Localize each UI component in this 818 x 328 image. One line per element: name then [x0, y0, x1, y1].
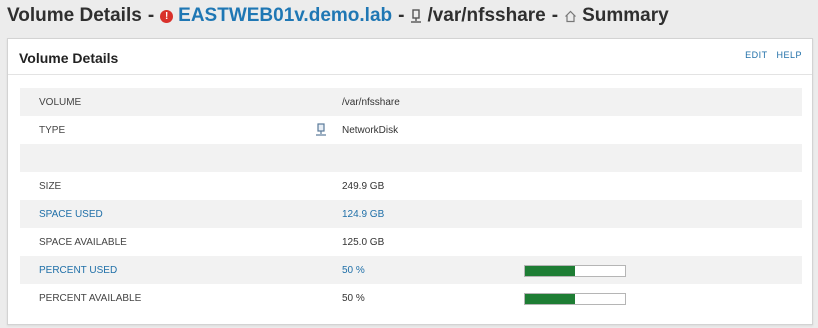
row-label: PERCENT AVAILABLE: [39, 293, 142, 304]
edit-link[interactable]: EDIT: [745, 50, 767, 60]
row-value: /var/nfsshare: [342, 97, 400, 108]
table-row-volume: VOLUME /var/nfsshare: [20, 88, 802, 116]
page-header: Volume Details - ! EASTWEB01v.demo.lab -…: [7, 3, 669, 29]
help-link[interactable]: HELP: [776, 50, 802, 60]
network-disk-icon: [410, 8, 422, 24]
details-table: VOLUME /var/nfsshare TYPE NetworkDisk SI…: [20, 88, 802, 312]
node-link[interactable]: EASTWEB01v.demo.lab: [178, 5, 392, 27]
row-value: NetworkDisk: [342, 125, 399, 136]
table-row-space-used[interactable]: SPACE USED 124.9 GB: [20, 200, 802, 228]
row-label: VOLUME: [39, 97, 82, 108]
alert-icon: !: [160, 9, 174, 23]
breadcrumb-separator: -: [551, 5, 559, 26]
panel-actions: EDIT HELP: [745, 50, 802, 60]
row-value[interactable]: 50 %: [342, 265, 365, 276]
percent-available-bar-fill: [525, 294, 575, 304]
home-icon: [564, 10, 577, 23]
table-row-percent-available: PERCENT AVAILABLE 50 %: [20, 284, 802, 312]
row-value: 50 %: [342, 293, 365, 304]
panel-title: Volume Details: [19, 50, 119, 66]
page-title: Volume Details: [7, 5, 142, 26]
row-label: SPACE AVAILABLE: [39, 237, 127, 248]
view-name: Summary: [582, 5, 669, 26]
table-row-type: TYPE NetworkDisk: [20, 116, 802, 144]
percent-used-bar: [524, 265, 626, 277]
table-row-empty: [20, 144, 802, 172]
breadcrumb-separator: -: [398, 5, 405, 26]
row-label: SIZE: [39, 181, 62, 192]
percent-available-bar: [524, 293, 626, 305]
volume-path: /var/nfsshare: [427, 5, 546, 26]
network-disk-icon: [314, 123, 328, 137]
table-row-space-available: SPACE AVAILABLE 125.0 GB: [20, 228, 802, 256]
panel-header: Volume Details EDIT HELP: [8, 39, 812, 75]
row-value: 249.9 GB: [342, 181, 385, 192]
breadcrumb-separator: -: [147, 5, 155, 26]
row-label: TYPE: [39, 125, 66, 136]
row-value: 125.0 GB: [342, 237, 385, 248]
volume-details-panel: Volume Details EDIT HELP VOLUME /var/nfs…: [7, 38, 813, 325]
row-label[interactable]: PERCENT USED: [39, 265, 117, 276]
percent-used-bar-fill: [525, 266, 575, 276]
row-value[interactable]: 124.9 GB: [342, 209, 384, 220]
table-row-size: SIZE 249.9 GB: [20, 172, 802, 200]
row-label[interactable]: SPACE USED: [39, 209, 103, 220]
table-row-percent-used[interactable]: PERCENT USED 50 %: [20, 256, 802, 284]
